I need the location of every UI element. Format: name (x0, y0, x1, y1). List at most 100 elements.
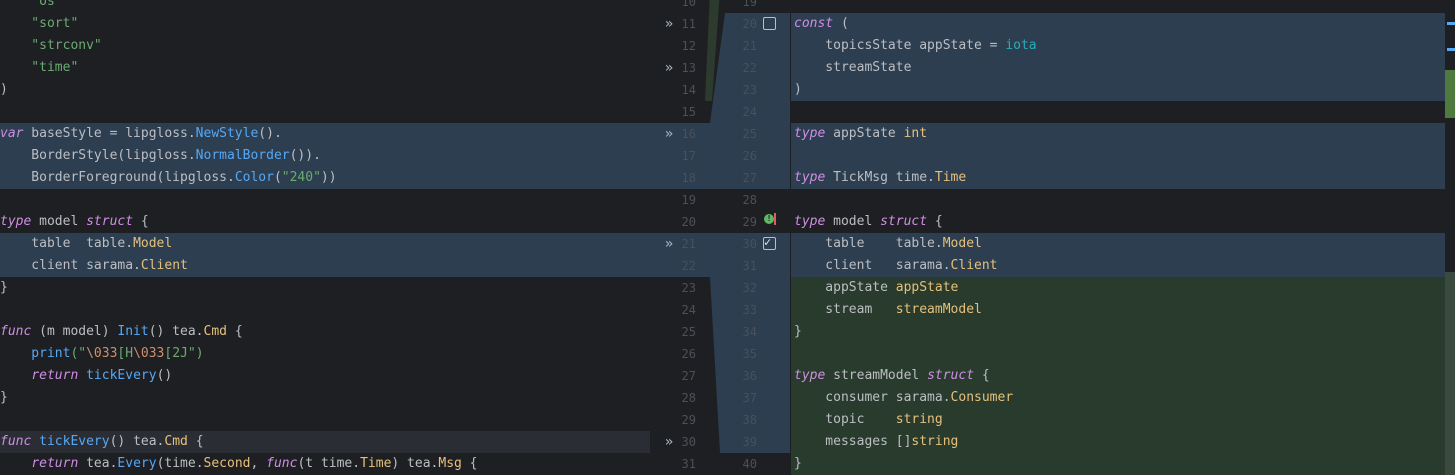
code-token: BorderStyle(lipgloss. (0, 148, 196, 163)
left-code-line[interactable]: "os" (0, 0, 650, 13)
right-code-line[interactable] (791, 343, 1445, 365)
left-code-line[interactable] (0, 299, 650, 321)
left-code-line[interactable]: print("\033[H\033[2J") (0, 343, 650, 365)
code-token: { (974, 368, 990, 383)
left-code-line[interactable]: table table.Model (0, 233, 650, 255)
right-line-number: 21 (742, 39, 757, 53)
code-token: Color (234, 170, 274, 185)
code-token: Client (140, 258, 188, 273)
left-code-line[interactable]: var baseStyle = lipgloss.NewStyle(). (0, 123, 650, 145)
right-code-line[interactable]: consumer sarama.Consumer (791, 387, 1445, 409)
code-token: const (794, 16, 834, 31)
code-token: "240" (281, 170, 321, 185)
right-code-line[interactable] (791, 145, 1445, 167)
left-code-line[interactable]: ) (0, 79, 650, 101)
right-code-line[interactable]: appState appState (791, 277, 1445, 299)
left-code-line[interactable]: client sarama.Client (0, 255, 650, 277)
right-code-line[interactable]: client sarama.Client (791, 255, 1445, 277)
left-code-line[interactable]: BorderStyle(lipgloss.NormalBorder()). (0, 145, 650, 167)
code-token: baseStyle = lipgloss. (23, 126, 196, 141)
code-token: Model (133, 236, 173, 251)
code-token: { (461, 456, 478, 471)
left-code-line[interactable] (0, 409, 650, 431)
change-checkbox-checked[interactable] (763, 235, 776, 250)
right-code-text: table table.Model (794, 233, 982, 255)
code-token: Msg (438, 456, 462, 471)
right-scrollbar[interactable] (1445, 0, 1455, 475)
right-code-text: topicsState appState = iota (794, 35, 1036, 57)
left-code-line[interactable]: } (0, 387, 650, 409)
code-token: NewStyle (195, 126, 259, 141)
left-code-text: return tickEvery() (0, 365, 172, 387)
diff-gutter: 10 11 12 13 14 15 16 17 18 19 20 21 22 23 24 25 26 27 28 29… (650, 0, 790, 475)
left-code-line[interactable]: "time" (0, 57, 650, 79)
left-code-line[interactable]: BorderForeground(lipgloss.Color("240")) (0, 167, 650, 189)
code-token: client sarama. (0, 258, 141, 273)
left-code-line[interactable]: "sort" (0, 13, 650, 35)
code-token: type (0, 214, 32, 229)
right-code-line[interactable]: table table.Model (791, 233, 1445, 255)
right-code-text: topic string (794, 409, 942, 431)
code-token: { (133, 214, 149, 229)
right-code-text: appState appState (794, 277, 958, 299)
code-token: Init (117, 324, 149, 339)
left-line-number: 22 (681, 259, 696, 273)
apply-change-chevron-icon[interactable]: » (660, 123, 678, 145)
right-line-number: 33 (742, 303, 757, 317)
left-code-line[interactable]: "strconv" (0, 35, 650, 57)
right-code-line[interactable] (791, 101, 1445, 123)
code-token: )) (320, 170, 337, 185)
left-editor-pane[interactable]: "os" "sort" "strconv" "time") var baseSty… (0, 0, 650, 475)
code-token: type (794, 214, 826, 229)
code-token: (t time. (297, 456, 361, 471)
left-code-line[interactable]: return tickEvery() (0, 365, 650, 387)
change-checkbox[interactable] (763, 17, 776, 30)
right-code-line[interactable]: topicsState appState = iota (791, 35, 1445, 57)
right-code-line[interactable]: ) (791, 79, 1445, 101)
code-token: BorderForeground(lipgloss. (0, 170, 235, 185)
code-token: type (794, 126, 826, 141)
right-code-line[interactable]: type streamModel struct { (791, 365, 1445, 387)
code-token: Consumer (950, 390, 1014, 405)
left-code-line[interactable]: func tickEvery() tea.Cmd { (0, 431, 650, 453)
right-code-line[interactable]: streamState (791, 57, 1445, 79)
right-code-line[interactable]: messages []string (791, 431, 1445, 453)
left-code-line[interactable]: } (0, 277, 650, 299)
right-line-number: 35 (742, 347, 757, 361)
right-code-line[interactable]: } (791, 453, 1445, 475)
apply-change-chevron-icon[interactable]: » (660, 13, 678, 35)
left-code-line[interactable]: func (m model) Init() tea.Cmd { (0, 321, 650, 343)
left-code-line[interactable]: return tea.Every(time.Second, func(t tim… (0, 453, 650, 475)
code-token: type (794, 368, 826, 383)
code-token: [H (117, 346, 134, 361)
left-code-line[interactable] (0, 189, 650, 211)
right-code-line[interactable]: const ( (791, 13, 1445, 35)
right-code-line[interactable]: } (791, 321, 1445, 343)
right-line-number: 32 (742, 281, 757, 295)
code-token: ) (794, 82, 802, 97)
apply-change-chevron-icon[interactable]: » (660, 57, 678, 79)
right-code-line[interactable]: topic string (791, 409, 1445, 431)
right-code-text: type appState int (794, 123, 927, 145)
right-editor-pane[interactable]: const ( topicsState appState = iota stre… (791, 0, 1455, 475)
right-code-line[interactable] (791, 0, 1445, 13)
right-line-number: 39 (742, 435, 757, 449)
right-code-line[interactable] (791, 189, 1445, 211)
code-token: print (0, 346, 71, 361)
left-line-number: 28 (681, 391, 696, 405)
code-token: () tea. (148, 324, 204, 339)
code-token: topicsState appState = (794, 38, 1006, 53)
right-code-line[interactable]: type TickMsg time.Time (791, 167, 1445, 189)
apply-change-chevron-icon[interactable]: » (660, 233, 678, 255)
code-token: ()). (289, 148, 321, 163)
apply-change-chevron-icon[interactable]: » (660, 431, 678, 453)
left-code-line[interactable] (0, 101, 650, 123)
code-token: { (187, 434, 204, 449)
right-code-line[interactable]: stream streamModel (791, 299, 1445, 321)
right-code-line[interactable]: type appState int (791, 123, 1445, 145)
left-code-line[interactable]: type model struct { (0, 211, 650, 233)
code-token: (). (258, 126, 282, 141)
code-token: appState (895, 280, 959, 295)
right-code-line[interactable]: type model struct { (791, 211, 1445, 233)
inspection-ok-icon[interactable]: ! (764, 214, 774, 224)
